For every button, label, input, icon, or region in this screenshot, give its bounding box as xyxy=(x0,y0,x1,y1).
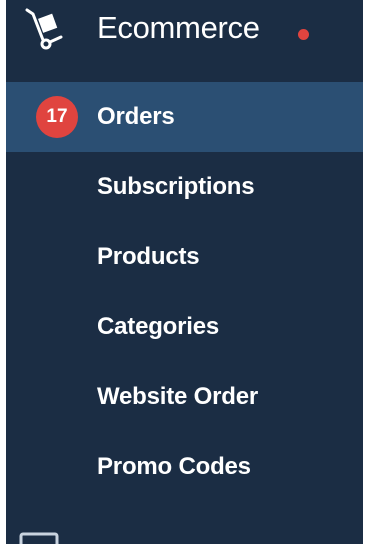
section-title: Ecommerce xyxy=(97,10,260,45)
orders-count-badge: 17 xyxy=(36,96,78,138)
menu-item-categories[interactable]: Categories xyxy=(6,292,363,362)
monitor-icon[interactable] xyxy=(16,530,66,544)
menu-item-products[interactable]: Products xyxy=(6,222,363,292)
menu-item-promo-codes[interactable]: Promo Codes xyxy=(6,432,363,502)
menu-item-label: Website Order xyxy=(97,383,259,410)
hand-truck-icon xyxy=(24,6,64,52)
menu-item-orders[interactable]: 17 Orders xyxy=(6,82,363,152)
menu-item-label: Products xyxy=(97,243,200,270)
ecommerce-sidebar: Ecommerce 17 Orders Subscriptions Produc… xyxy=(6,0,363,544)
menu-item-label: Orders xyxy=(97,103,175,130)
notification-dot xyxy=(298,29,309,40)
menu-item-website-order[interactable]: Website Order xyxy=(6,362,363,432)
menu-item-subscriptions[interactable]: Subscriptions xyxy=(6,152,363,222)
menu-item-label: Promo Codes xyxy=(97,453,251,480)
menu-item-label: Categories xyxy=(97,313,220,340)
ecommerce-section-header[interactable]: Ecommerce xyxy=(6,0,363,66)
menu-item-label: Subscriptions xyxy=(97,173,255,200)
